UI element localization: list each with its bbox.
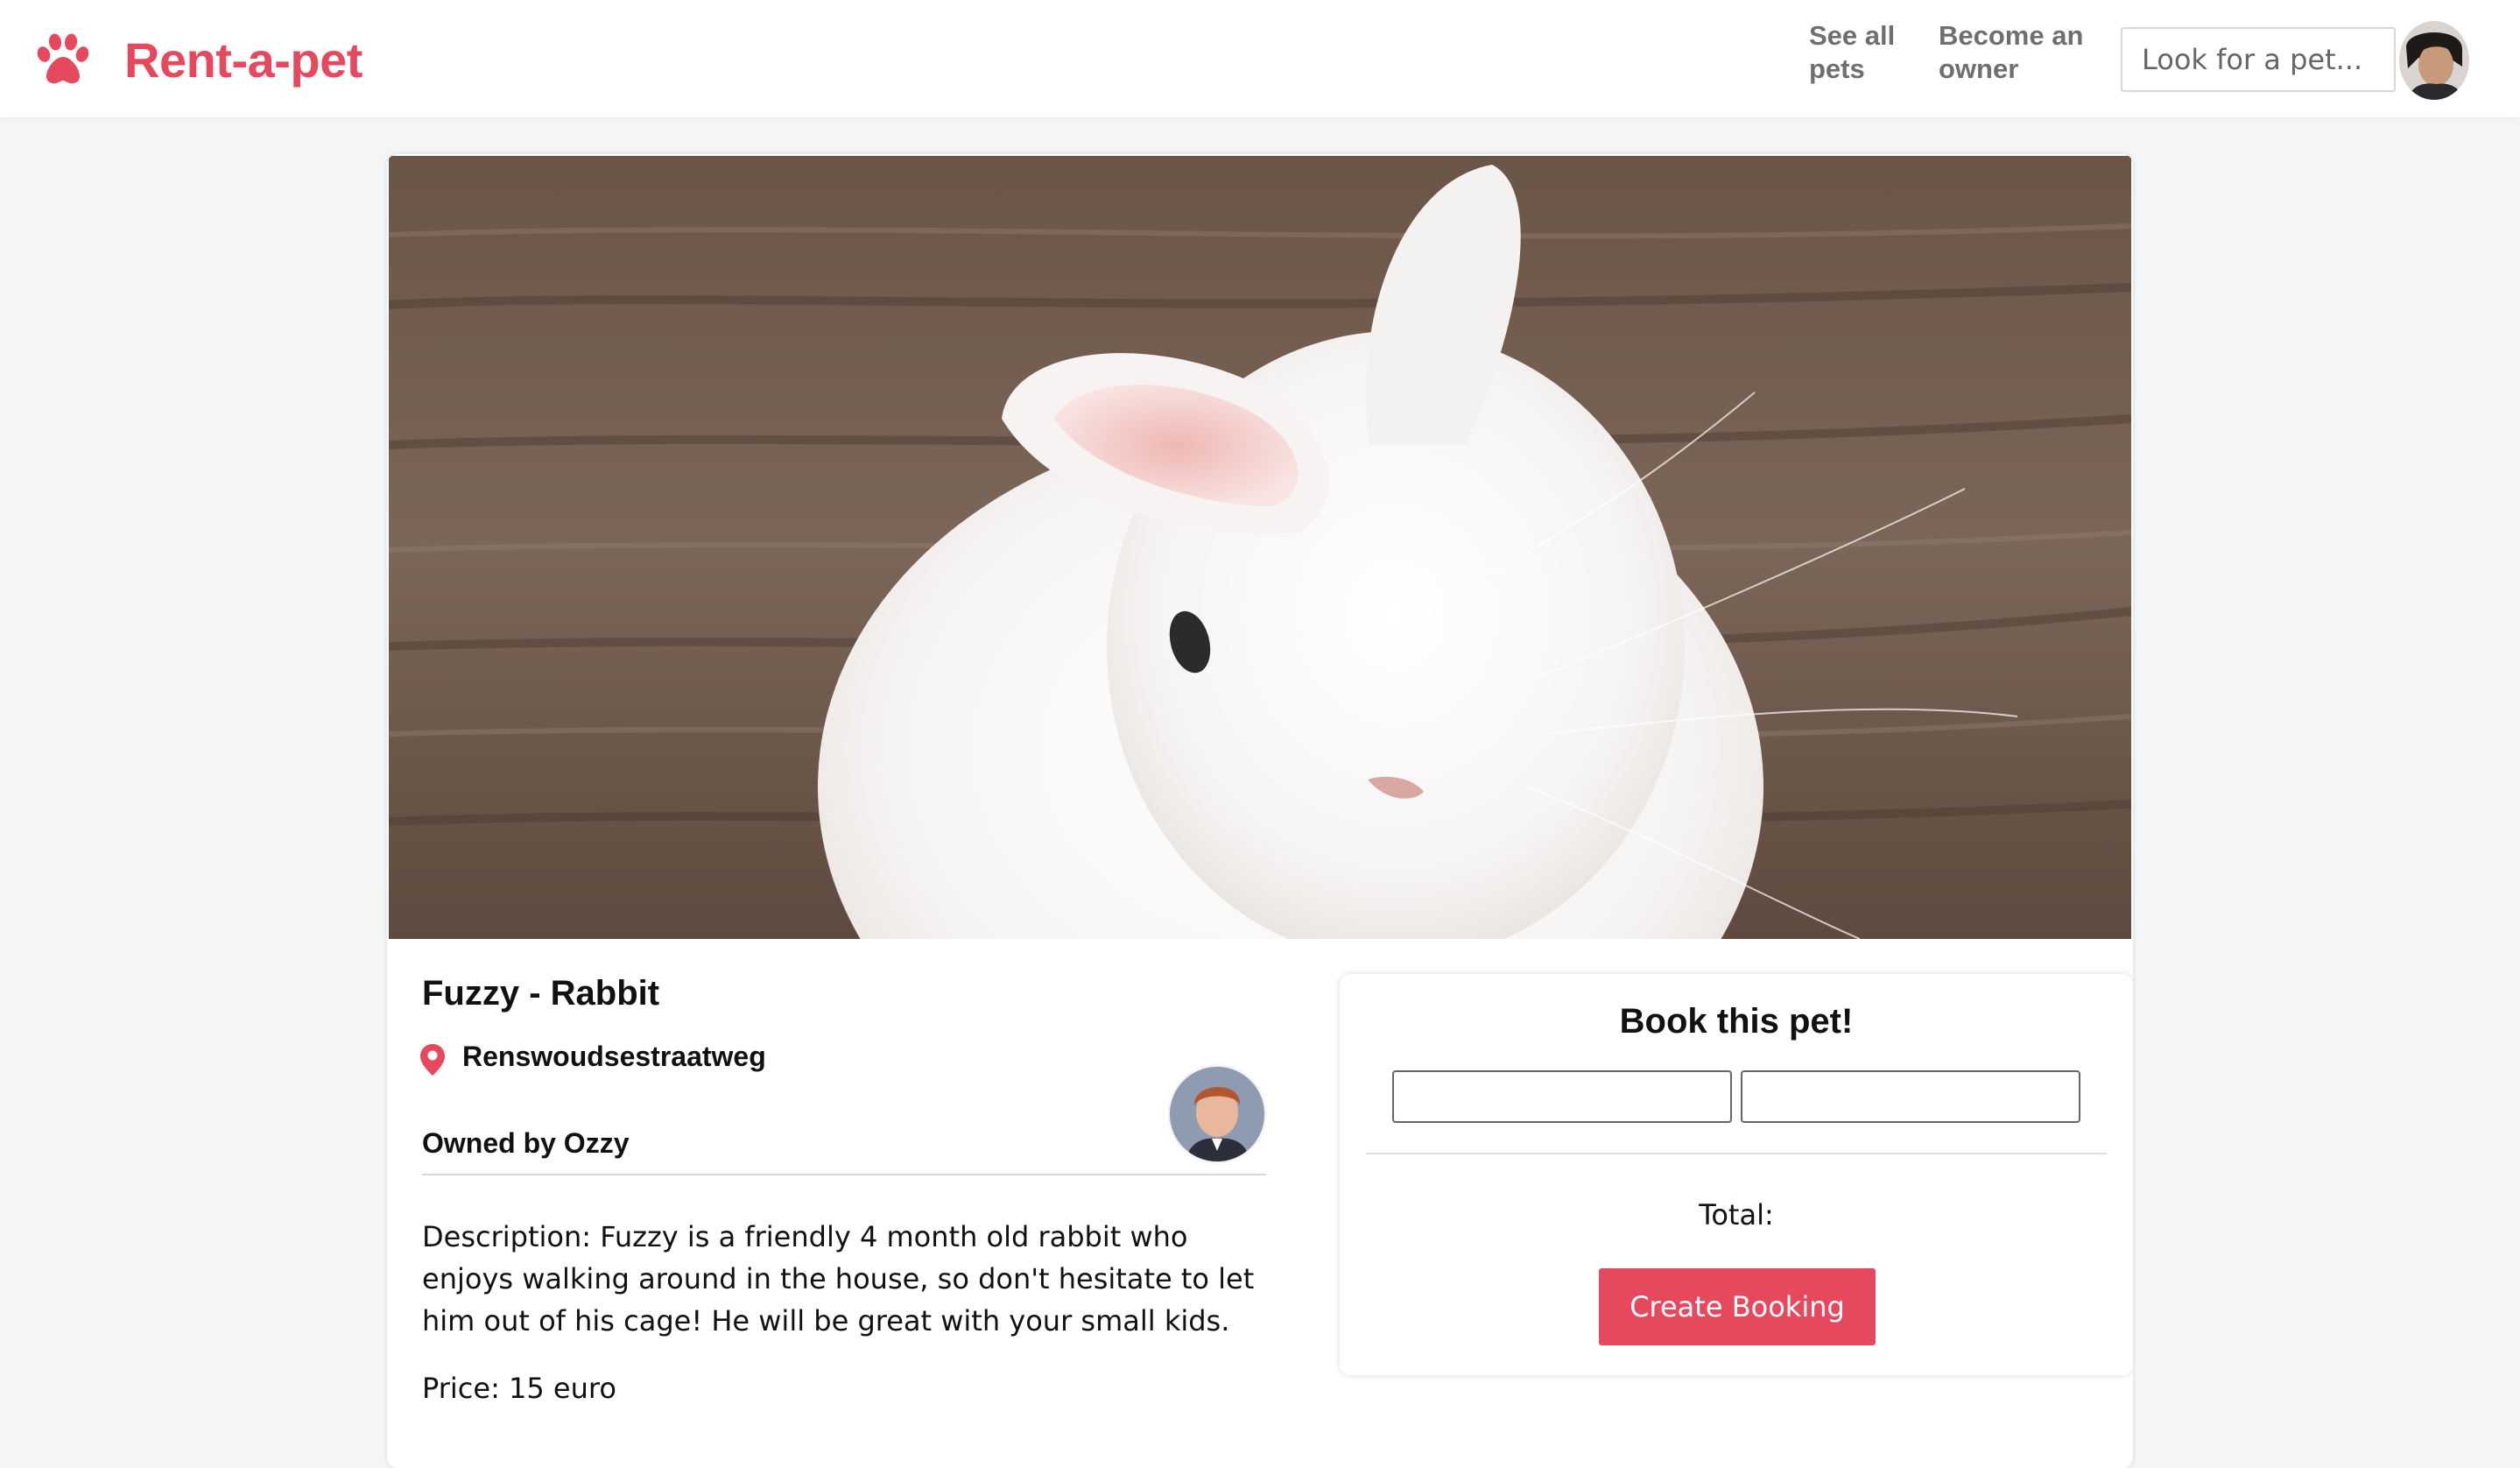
- map-pin-icon: [420, 1044, 445, 1076]
- owner-avatar[interactable]: [1170, 1067, 1264, 1161]
- pet-price: Price: 15 euro: [422, 1372, 616, 1405]
- end-date-input[interactable]: [1741, 1070, 2080, 1123]
- pet-title: Fuzzy - Rabbit: [422, 974, 660, 1013]
- pet-location: Renswoudsestraatweg: [462, 1041, 766, 1072]
- paw-icon: [37, 33, 89, 84]
- start-date-input[interactable]: [1392, 1070, 1732, 1123]
- nav-become-owner-link[interactable]: Become an owner: [1939, 19, 2105, 86]
- navbar: Rent-a-pet See all pets Become an owner: [0, 0, 2520, 117]
- booking-panel: Book this pet! Total: Create Booking: [1340, 974, 2133, 1375]
- brand-logo[interactable]: Rent-a-pet: [32, 25, 363, 95]
- search-input[interactable]: [2121, 27, 2396, 92]
- booking-total: Total:: [1699, 1198, 1774, 1232]
- owner-label: Owned by Ozzy: [422, 1127, 630, 1159]
- nav-see-all-pets-link[interactable]: See all pets: [1809, 19, 1905, 86]
- pet-description: Description: Fuzzy is a friendly 4 month…: [422, 1220, 1255, 1337]
- pet-card: Fuzzy - Rabbit Renswoudsestraatweg Owned…: [387, 154, 2133, 1468]
- booking-title: Book this pet!: [1619, 1002, 1854, 1041]
- brand-name: Rent-a-pet: [124, 32, 363, 88]
- info-divider: [422, 1174, 1266, 1175]
- user-avatar[interactable]: [2399, 21, 2469, 100]
- booking-divider: [1366, 1153, 2107, 1154]
- create-booking-button[interactable]: Create Booking: [1599, 1268, 1876, 1345]
- pet-photo: [389, 156, 2131, 939]
